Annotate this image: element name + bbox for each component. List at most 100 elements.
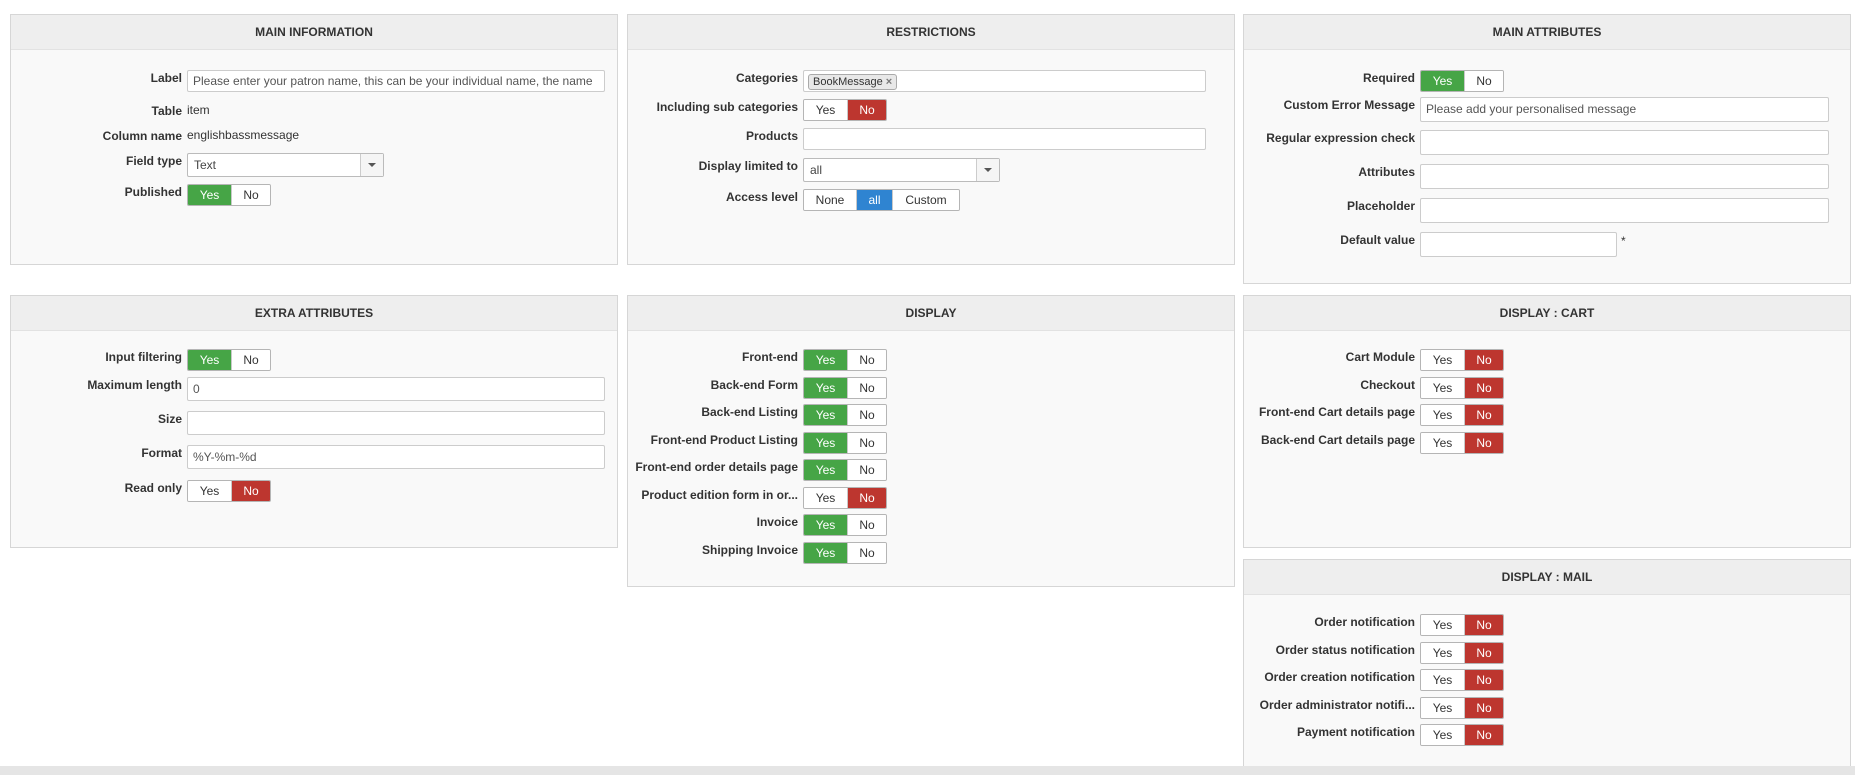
display-option-toggle[interactable]: Yes No <box>803 404 887 426</box>
mail-option-yes-button[interactable]: Yes <box>1421 670 1465 690</box>
main-information-panel: MAIN INFORMATION Label Please enter your… <box>10 14 618 265</box>
display-option-no-button[interactable]: No <box>848 432 886 453</box>
cart-option-no-button[interactable]: No <box>1465 405 1503 425</box>
attributes-input[interactable] <box>1420 164 1829 189</box>
maximum-length-input[interactable]: 0 <box>187 377 605 401</box>
mail-option-toggle[interactable]: Yes No <box>1420 669 1504 691</box>
attributes-label: Attributes <box>1358 165 1415 179</box>
display-option-yes-button[interactable]: Yes <box>804 460 848 480</box>
restrictions-title: RESTRICTIONS <box>628 15 1234 50</box>
cart-option-yes-button[interactable]: Yes <box>1421 432 1465 453</box>
products-input[interactable] <box>803 128 1206 150</box>
required-yes-button[interactable]: Yes <box>1421 71 1465 91</box>
mail-option-yes-button[interactable]: Yes <box>1421 615 1465 635</box>
cart-option-no-button[interactable]: No <box>1465 377 1503 398</box>
published-toggle[interactable]: Yes No <box>187 184 271 206</box>
cart-option-no-button[interactable]: No <box>1465 432 1503 453</box>
mail-option-toggle[interactable]: Yes No <box>1420 641 1504 664</box>
subcategories-yes-button[interactable]: Yes <box>804 100 848 120</box>
display-option-no-button[interactable]: No <box>848 350 886 370</box>
display-option-toggle[interactable]: Yes No <box>803 431 887 454</box>
published-yes-button[interactable]: Yes <box>188 185 232 205</box>
display-option-yes-button[interactable]: Yes <box>804 405 848 425</box>
display-option-no-button[interactable]: No <box>848 405 886 425</box>
display-option-no-button[interactable]: No <box>848 515 886 535</box>
display-option-toggle[interactable]: Yes No <box>803 486 887 509</box>
display-option-no-button[interactable]: No <box>848 377 886 398</box>
format-input[interactable]: %Y-%m-%d <box>187 445 605 469</box>
published-no-button[interactable]: No <box>232 185 270 205</box>
cart-option-row: Cart Module Yes No <box>1244 349 1850 373</box>
mail-option-no-button[interactable]: No <box>1465 615 1503 635</box>
mail-option-no-button[interactable]: No <box>1465 642 1503 663</box>
display-option-row: Front-end order details page Yes No <box>628 459 1234 483</box>
read-only-yes-button[interactable]: Yes <box>188 481 232 501</box>
display-option-row: Product edition form in or... Yes No <box>628 486 1234 511</box>
categories-input[interactable]: BookMessage × <box>803 70 1206 92</box>
mail-option-yes-button[interactable]: Yes <box>1421 642 1465 663</box>
display-option-toggle[interactable]: Yes No <box>803 459 887 481</box>
display-mail-panel: DISPLAY : MAIL Order notification Yes No Or… <box>1243 559 1851 775</box>
access-level-toggle[interactable]: None all Custom <box>803 189 960 211</box>
mail-option-toggle[interactable]: Yes No <box>1420 614 1504 636</box>
read-only-no-button[interactable]: No <box>232 481 270 501</box>
mail-option-toggle[interactable]: Yes No <box>1420 696 1504 719</box>
display-option-row: Front-end Product Listing Yes No <box>628 431 1234 456</box>
mail-option-no-button[interactable]: No <box>1465 670 1503 690</box>
label-input[interactable]: Please enter your patron name, this can … <box>187 70 605 92</box>
display-limited-select[interactable]: all <box>803 158 1000 182</box>
access-all-button[interactable]: all <box>857 190 893 210</box>
input-filtering-yes-button[interactable]: Yes <box>188 350 232 370</box>
display-option-toggle[interactable]: Yes No <box>803 541 887 564</box>
placeholder-input[interactable] <box>1420 198 1829 223</box>
mail-option-no-button[interactable]: No <box>1465 725 1503 745</box>
chevron-down-icon[interactable] <box>976 159 999 181</box>
maximum-length-label: Maximum length <box>87 378 182 392</box>
display-option-yes-button[interactable]: Yes <box>804 350 848 370</box>
size-input[interactable] <box>187 411 605 435</box>
display-option-no-button[interactable]: No <box>848 542 886 563</box>
display-option-label: Front-end order details page <box>635 460 798 474</box>
display-option-yes-button[interactable]: Yes <box>804 542 848 563</box>
read-only-toggle[interactable]: Yes No <box>187 480 271 502</box>
cart-option-yes-button[interactable]: Yes <box>1421 377 1465 398</box>
table-label: Table <box>151 104 182 118</box>
display-option-toggle[interactable]: Yes No <box>803 376 887 399</box>
field-type-select[interactable]: Text <box>187 153 384 177</box>
mail-option-toggle[interactable]: Yes No <box>1420 724 1504 746</box>
cart-option-toggle[interactable]: Yes No <box>1420 404 1504 426</box>
cart-option-toggle[interactable]: Yes No <box>1420 376 1504 399</box>
cart-option-toggle[interactable]: Yes No <box>1420 349 1504 371</box>
required-toggle[interactable]: Yes No <box>1420 70 1504 92</box>
chevron-down-icon[interactable] <box>360 154 383 176</box>
regex-check-input[interactable] <box>1420 130 1829 155</box>
mail-option-yes-button[interactable]: Yes <box>1421 697 1465 718</box>
including-subcategories-toggle[interactable]: Yes No <box>803 99 887 121</box>
input-filtering-no-button[interactable]: No <box>232 350 270 370</box>
display-option-no-button[interactable]: No <box>848 487 886 508</box>
custom-error-input[interactable]: Please add your personalised message <box>1420 97 1829 122</box>
required-no-button[interactable]: No <box>1465 71 1503 91</box>
input-filtering-toggle[interactable]: Yes No <box>187 349 271 371</box>
cart-option-no-button[interactable]: No <box>1465 350 1503 370</box>
cart-option-toggle[interactable]: Yes No <box>1420 431 1504 454</box>
display-option-label: Back-end Listing <box>701 405 798 419</box>
cart-option-yes-button[interactable]: Yes <box>1421 350 1465 370</box>
display-option-yes-button[interactable]: Yes <box>804 432 848 453</box>
default-value-input[interactable] <box>1420 232 1617 257</box>
display-option-no-button[interactable]: No <box>848 460 886 480</box>
display-option-toggle[interactable]: Yes No <box>803 514 887 536</box>
cart-option-yes-button[interactable]: Yes <box>1421 405 1465 425</box>
display-option-yes-button[interactable]: Yes <box>804 515 848 535</box>
mail-option-no-button[interactable]: No <box>1465 697 1503 718</box>
access-custom-button[interactable]: Custom <box>893 190 959 210</box>
cart-option-row: Checkout Yes No <box>1244 376 1850 401</box>
main-information-title: MAIN INFORMATION <box>11 15 617 50</box>
remove-tag-icon[interactable]: × <box>886 76 892 88</box>
access-none-button[interactable]: None <box>804 190 857 210</box>
subcategories-no-button[interactable]: No <box>848 100 886 120</box>
display-option-toggle[interactable]: Yes No <box>803 349 887 371</box>
display-option-yes-button[interactable]: Yes <box>804 487 848 508</box>
display-option-yes-button[interactable]: Yes <box>804 377 848 398</box>
mail-option-yes-button[interactable]: Yes <box>1421 725 1465 745</box>
